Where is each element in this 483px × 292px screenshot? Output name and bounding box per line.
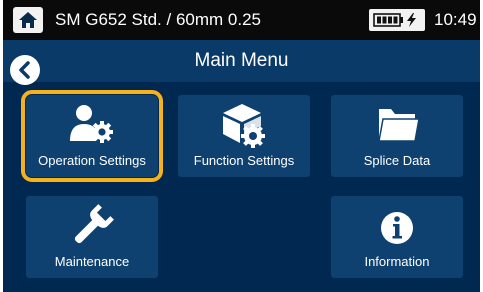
function-settings-tile[interactable]: Function Settings (178, 95, 310, 177)
clock: 10:49 (434, 10, 477, 29)
operation-settings-tile[interactable]: Operation Settings (21, 90, 163, 182)
chevron-left-icon (19, 61, 30, 79)
splice-data-tile[interactable]: Splice Data (331, 95, 463, 177)
title-bar: Main Menu (3, 40, 480, 82)
battery-icon (373, 13, 416, 27)
cube-gear-icon (223, 104, 265, 148)
page-title: Main Menu (194, 50, 289, 71)
info-icon (381, 212, 413, 244)
home-button[interactable] (13, 7, 43, 33)
maintenance-tile[interactable]: Maintenance (26, 196, 158, 278)
information-label: Information (364, 254, 430, 269)
back-button[interactable] (10, 55, 40, 85)
operation-settings-label: Operation Settings (38, 153, 146, 168)
folder-icon (378, 109, 420, 142)
status-bar: SM G652 Std. / 60mm 0.25 10:49 (3, 0, 480, 40)
maintenance-label: Maintenance (54, 254, 130, 269)
operator-gear-icon (70, 105, 113, 143)
information-tile[interactable]: Information (331, 196, 463, 278)
battery-indicator (369, 9, 425, 31)
splice-data-label: Splice Data (363, 153, 431, 168)
function-settings-label: Function Settings (193, 153, 295, 168)
splice-profile-label: SM G652 Std. / 60mm 0.25 (55, 10, 261, 29)
wrench-icon (74, 204, 114, 244)
home-icon (19, 12, 37, 28)
splicer-screen: SM G652 Std. / 60mm 0.25 10:49 Main Menu (3, 0, 480, 292)
